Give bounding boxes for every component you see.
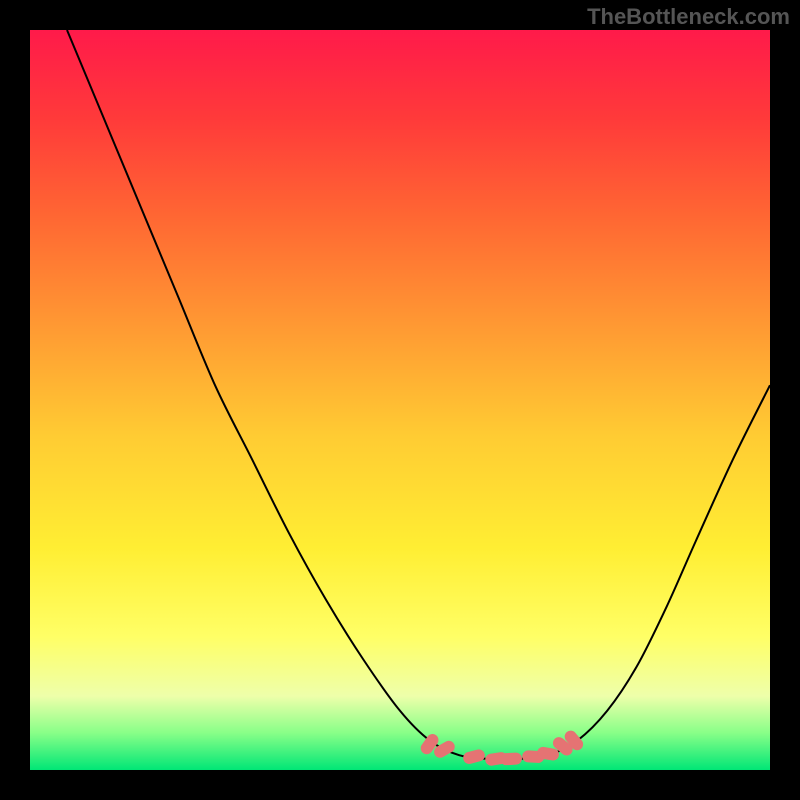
watermark-text: TheBottleneck.com xyxy=(587,4,790,30)
gradient-background xyxy=(30,30,770,770)
bottleneck-chart xyxy=(30,30,770,770)
